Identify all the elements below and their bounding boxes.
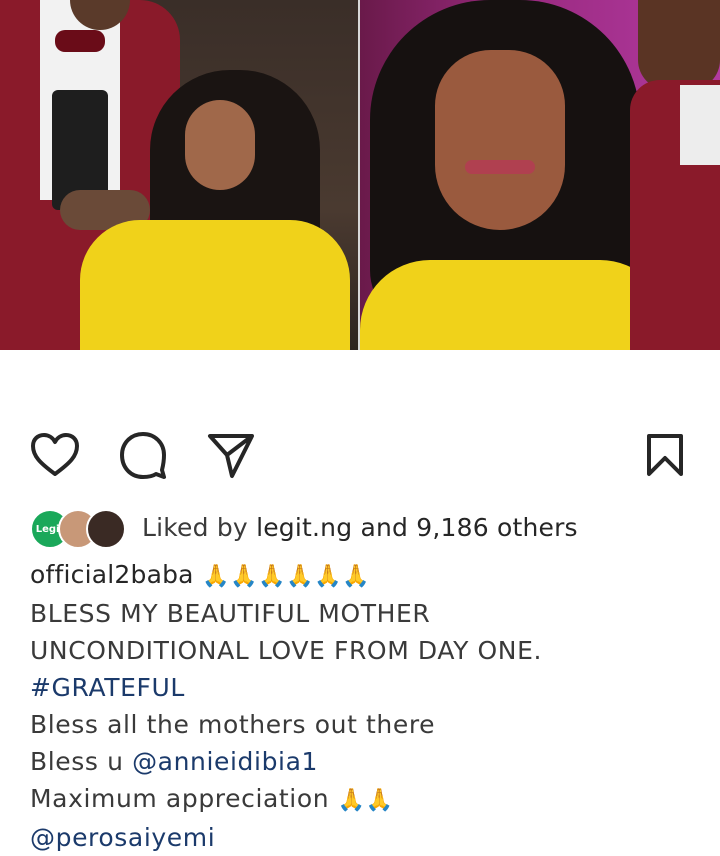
- mention-link[interactable]: @perosaiyemi: [30, 819, 710, 856]
- likes-summary[interactable]: Legit Liked by legit.ng and 9,186 others: [30, 505, 578, 549]
- caption-line: UNCONDITIONAL LOVE FROM DAY ONE.: [30, 636, 543, 665]
- liked-by-prefix: Liked by: [142, 512, 257, 542]
- post-actions-bar: [0, 428, 720, 488]
- liked-by-suffix: and: [352, 512, 417, 542]
- caption-line: Bless u @annieidibia1: [30, 743, 710, 780]
- photo-left-panel: [0, 0, 358, 350]
- caption-emoji: 🙏🙏: [337, 788, 394, 813]
- post-caption: official2baba 🙏🙏🙏🙏🙏🙏 BLESS MY BEAUTIFUL …: [30, 556, 710, 856]
- caption-line: Maximum appreciation 🙏🙏: [30, 780, 710, 819]
- share-button[interactable]: [204, 428, 258, 482]
- caption-line: BLESS MY BEAUTIFUL MOTHER: [30, 599, 431, 628]
- caption-text: Maximum appreciation: [30, 784, 338, 813]
- liked-by-others-link[interactable]: 9,186 others: [416, 513, 578, 542]
- caption-hashtag[interactable]: #GRATEFUL: [30, 669, 710, 706]
- comment-bubble-icon: [120, 432, 166, 479]
- caption-text: Bless u: [30, 747, 133, 776]
- comment-button[interactable]: [116, 428, 170, 482]
- avatar: [86, 509, 126, 549]
- save-button[interactable]: [638, 428, 692, 482]
- likes-text: Liked by legit.ng and 9,186 others: [142, 513, 578, 542]
- liked-by-user-link[interactable]: legit.ng: [256, 513, 352, 542]
- caption-emoji: 🙏🙏🙏🙏🙏🙏: [202, 564, 371, 589]
- photo-right-panel: [360, 0, 720, 350]
- like-button[interactable]: [28, 428, 82, 482]
- bookmark-icon: [647, 434, 683, 476]
- mention-link[interactable]: @annieidibia1: [132, 747, 318, 776]
- liker-avatars: Legit: [30, 507, 130, 549]
- paper-plane-icon: [208, 434, 254, 478]
- caption-line: Bless all the mothers out there: [30, 710, 436, 739]
- caption-username[interactable]: official2baba: [30, 560, 194, 589]
- caption-header-line: official2baba 🙏🙏🙏🙏🙏🙏: [30, 556, 710, 595]
- post-image[interactable]: [0, 0, 720, 350]
- heart-icon: [31, 433, 79, 476]
